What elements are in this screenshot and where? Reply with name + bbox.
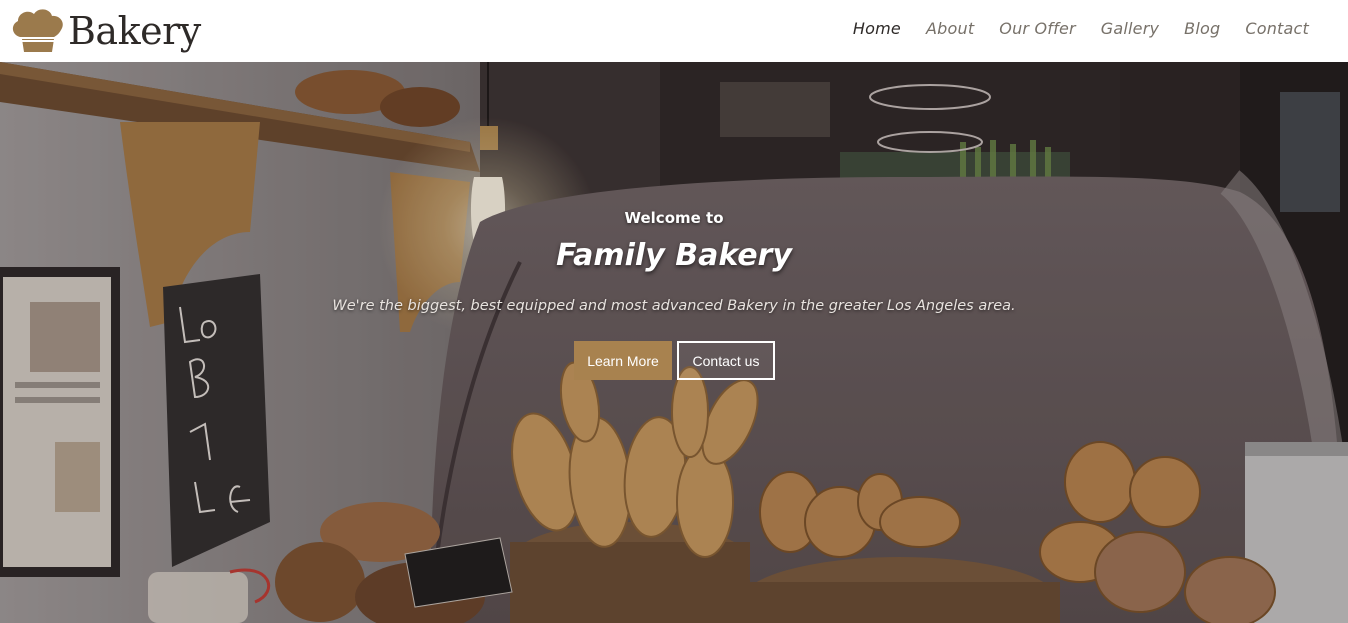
contact-us-button[interactable]: Contact us	[677, 341, 775, 380]
hero-overlay	[0, 62, 1348, 623]
learn-more-button[interactable]: Learn More	[574, 341, 672, 380]
hero-title: Family Bakery	[556, 238, 792, 273]
main-nav: Home About Our Offer Gallery Blog Contac…	[828, 19, 1309, 38]
logo[interactable]: Bakery	[10, 4, 201, 58]
hero-section: Welcome to Family Bakery We're the bigge…	[0, 62, 1348, 623]
site-header: Bakery Home About Our Offer Gallery Blog…	[0, 0, 1348, 62]
nav-home[interactable]: Home	[853, 19, 901, 38]
nav-blog[interactable]: Blog	[1184, 19, 1220, 38]
hero-welcome: Welcome to	[624, 209, 724, 227]
logo-text: Bakery	[68, 9, 201, 53]
nav-contact[interactable]: Contact	[1245, 19, 1309, 38]
chef-hat-icon	[12, 9, 63, 52]
nav-our-offer[interactable]: Our Offer	[999, 19, 1075, 38]
hero-subtitle: We're the biggest, best equipped and mos…	[332, 298, 1016, 314]
nav-gallery[interactable]: Gallery	[1101, 19, 1159, 38]
nav-about[interactable]: About	[926, 19, 974, 38]
